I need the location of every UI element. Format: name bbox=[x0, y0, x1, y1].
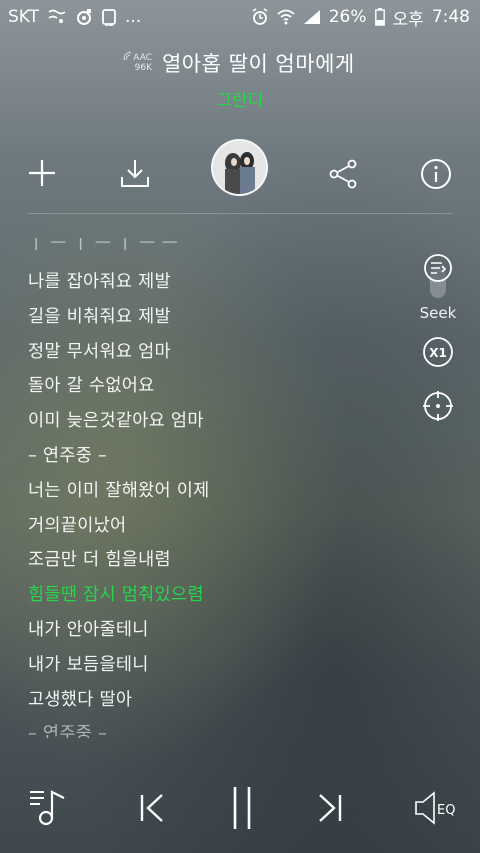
battery-icon bbox=[374, 8, 385, 26]
plus-icon bbox=[29, 160, 55, 186]
clipboard-icon bbox=[101, 8, 117, 26]
lyric-line[interactable]: – 연주중 – bbox=[28, 720, 107, 738]
more-notifications: ... bbox=[125, 7, 142, 27]
lyric-line[interactable]: 이미 늦은것같아요 엄마 bbox=[28, 407, 204, 432]
playback-speed-button[interactable]: X1 bbox=[418, 336, 458, 372]
pause-icon bbox=[233, 787, 251, 829]
ampm-label: 오후 bbox=[392, 9, 424, 30]
player-controls: EQ bbox=[0, 770, 480, 850]
status-right: 26% 오후 7:48 bbox=[251, 5, 470, 30]
lyric-line[interactable]: 고생했다 딸아 bbox=[28, 686, 132, 711]
album-art[interactable] bbox=[211, 139, 268, 196]
lyric-line[interactable]: 거의끝이났어 bbox=[28, 512, 126, 537]
lyric-line[interactable]: 길을 비춰줘요 제발 bbox=[28, 303, 171, 328]
signal-icon bbox=[303, 9, 321, 25]
codec-wave-icon bbox=[123, 51, 132, 61]
pause-button[interactable] bbox=[222, 784, 262, 832]
alarm-icon bbox=[251, 8, 269, 26]
info-button[interactable] bbox=[420, 158, 452, 190]
lyric-line[interactable]: 돌아 갈 수없어요 bbox=[28, 372, 155, 397]
time-label: 7:48 bbox=[431, 7, 470, 27]
lyric-line[interactable]: 정말 무서워요 엄마 bbox=[28, 338, 171, 363]
wifi-icon bbox=[277, 9, 295, 25]
codec-badge: AAC 96K bbox=[123, 51, 152, 73]
album-art-image bbox=[213, 141, 266, 194]
share-button[interactable] bbox=[326, 158, 360, 190]
artist-name[interactable]: 그란디 bbox=[0, 86, 480, 111]
download-icon bbox=[121, 160, 149, 187]
notification-icon bbox=[47, 9, 67, 25]
speed-icon: X1 bbox=[423, 337, 453, 367]
header-divider bbox=[28, 213, 452, 214]
status-bar: SKT ... 26% 오후 7:48 bbox=[0, 0, 480, 34]
speaker-eq-icon: EQ bbox=[415, 791, 455, 825]
lyric-line[interactable]: 내가 안아줄테니 bbox=[28, 616, 149, 641]
lyric-line[interactable]: 나를 잡아줘요 제발 bbox=[28, 268, 171, 293]
carrier-label: SKT bbox=[8, 7, 40, 27]
next-track-button[interactable] bbox=[314, 790, 346, 826]
music-app-icon bbox=[75, 8, 93, 26]
locate-current-line-button[interactable] bbox=[418, 390, 458, 426]
battery-percent: 26% bbox=[328, 7, 367, 27]
skip-back-icon bbox=[140, 794, 163, 822]
skip-forward-icon bbox=[319, 794, 342, 822]
share-icon bbox=[329, 159, 357, 189]
lyric-line[interactable]: – 연주중 – bbox=[28, 442, 107, 467]
eq-label: EQ bbox=[437, 803, 455, 818]
lyric-line[interactable]: 조금만 더 힘을내렴 bbox=[28, 546, 171, 571]
title-row: AAC 96K 열아홉 딸이 엄마에게 bbox=[0, 48, 480, 78]
previous-track-button[interactable] bbox=[136, 790, 168, 826]
playlist-button[interactable] bbox=[28, 788, 68, 828]
lyrics-panel[interactable]: ㅣ ㅡ ㅣ ㅡ ㅣ ㅡ ㅡ 나를 잡아줘요 제발길을 비춰줘요 제발정말 무서워… bbox=[28, 238, 398, 738]
codec-bitrate: 96K bbox=[134, 63, 152, 73]
lyric-line-partial: ㅣ ㅡ ㅣ ㅡ ㅣ ㅡ ㅡ bbox=[28, 238, 178, 254]
speed-label: X1 bbox=[429, 346, 447, 360]
download-button[interactable] bbox=[118, 156, 152, 190]
auto-scroll-toggle[interactable] bbox=[418, 252, 458, 304]
crosshair-icon bbox=[423, 391, 453, 421]
status-left: SKT ... bbox=[8, 7, 141, 27]
lyric-line-active[interactable]: 힘들땐 잠시 멈춰있으렴 bbox=[28, 581, 204, 606]
lyrics-scroll-icon bbox=[424, 254, 452, 298]
song-title: 열아홉 딸이 엄마에게 bbox=[161, 52, 355, 76]
info-icon bbox=[421, 159, 451, 189]
equalizer-button[interactable]: EQ bbox=[414, 790, 458, 826]
seek-label: Seek bbox=[419, 304, 457, 322]
lyric-line[interactable]: 너는 이미 잘해왔어 이제 bbox=[28, 477, 210, 502]
add-to-playlist-button[interactable] bbox=[26, 157, 58, 189]
playlist-music-icon bbox=[30, 790, 65, 826]
codec-format: AAC bbox=[133, 53, 152, 63]
track-header: AAC 96K 열아홉 딸이 엄마에게 그란디 bbox=[0, 48, 480, 111]
lyric-line[interactable]: 내가 보듬을테니 bbox=[28, 651, 149, 676]
